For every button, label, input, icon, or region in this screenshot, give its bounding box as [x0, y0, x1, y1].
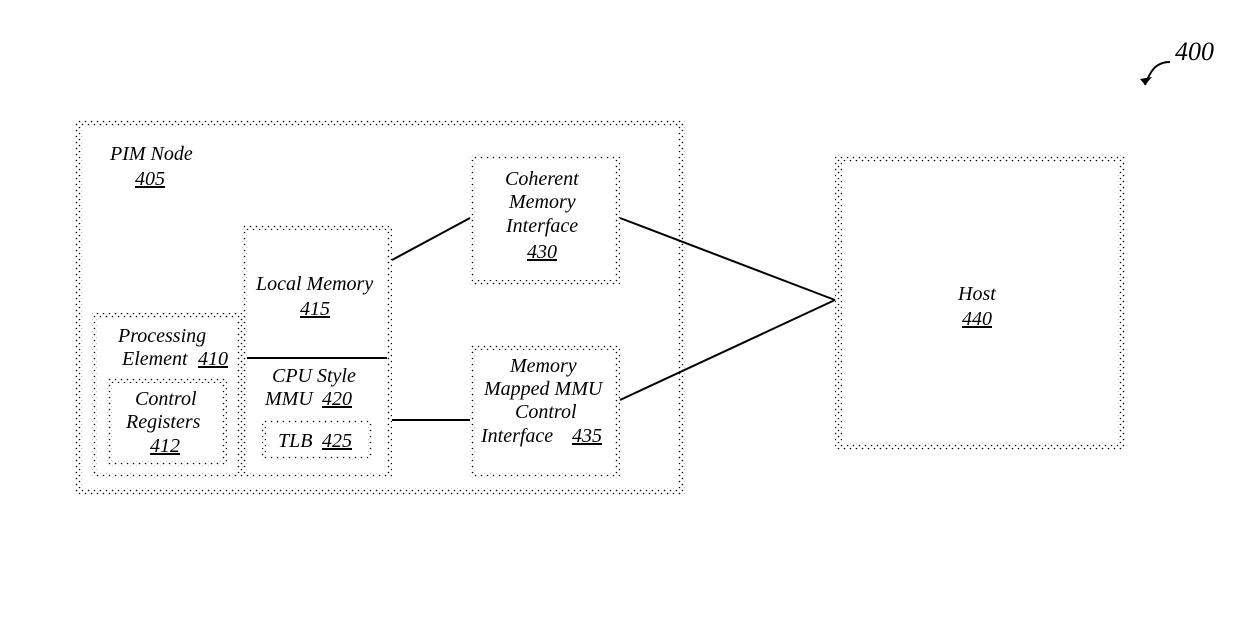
mmapped-if-ref: 435 — [572, 425, 602, 447]
pim-node-label: PIM Node — [109, 143, 193, 165]
cpu-mmu-ref: 420 — [322, 388, 352, 410]
figure-number-annotation: 400 — [1140, 37, 1214, 85]
host-label: Host — [957, 283, 996, 305]
coherent-if-line2: Memory — [508, 191, 576, 213]
pim-node-ref: 405 — [135, 168, 165, 190]
mmapped-if-line4: Interface — [480, 425, 553, 447]
tlb-ref: 425 — [322, 430, 352, 452]
control-registers-ref: 412 — [150, 435, 180, 457]
coherent-if-line3: Interface — [505, 215, 578, 237]
processing-element-ref: 410 — [198, 348, 228, 370]
mmapped-interface-box: Memory Mapped MMU Control Interface 435 — [470, 345, 620, 478]
host-box: Host 440 — [835, 155, 1125, 450]
tlb-label: TLB — [278, 430, 312, 452]
control-registers-label1: Control — [135, 388, 197, 410]
figure-number: 400 — [1175, 37, 1214, 66]
coherent-if-line1: Coherent — [505, 168, 579, 190]
mmapped-if-line1: Memory — [509, 355, 577, 377]
local-memory-ref: 415 — [300, 298, 330, 320]
processing-element-label1: Processing — [117, 325, 206, 347]
coherent-if-ref: 430 — [527, 241, 557, 263]
local-memory-label: Local Memory — [255, 273, 373, 295]
diagram-canvas: 400 PIM Node 405 Processing Element 410 … — [0, 0, 1240, 631]
mmapped-if-line3: Control — [515, 401, 577, 423]
processing-element-box: Processing Element 410 Control Registers… — [92, 313, 242, 478]
mmapped-if-line2: Mapped MMU — [483, 378, 604, 400]
control-registers-label2: Registers — [125, 411, 201, 433]
memory-stack-box: Local Memory 415 CPU Style MMU 420 TLB 4… — [242, 225, 392, 478]
cpu-mmu-label2: MMU — [264, 388, 314, 410]
processing-element-label2: Element — [121, 348, 188, 370]
tlb-box: TLB 425 — [262, 420, 372, 460]
host-ref: 440 — [962, 308, 992, 330]
coherent-interface-box: Coherent Memory Interface 430 — [470, 155, 620, 285]
control-registers-box: Control Registers 412 — [107, 378, 227, 466]
cpu-mmu-label1: CPU Style — [272, 365, 356, 387]
